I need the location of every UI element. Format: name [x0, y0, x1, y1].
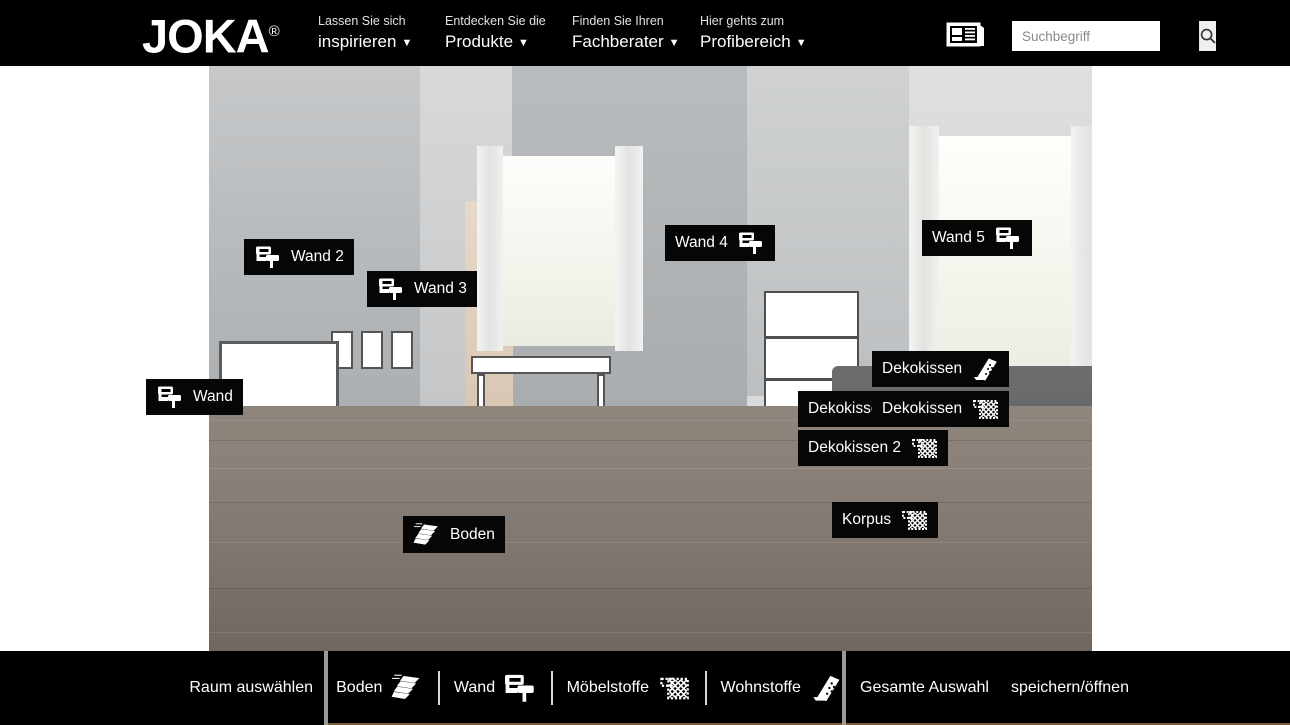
nav-item-3-top: Hier gehts zum — [700, 14, 785, 28]
search-box[interactable] — [1012, 21, 1216, 51]
nav-item-0-main: inspirieren ▼ — [318, 31, 412, 54]
toolbar-item-wohnstoffe[interactable]: Wohnstoffe — [707, 671, 857, 705]
nav-item-3-label: Profibereich — [700, 32, 791, 51]
hotspot-dekokissen-1[interactable]: Dekokissen — [872, 351, 1010, 387]
registered-mark: ® — [268, 23, 280, 40]
gesamte-auswahl-button[interactable]: Gesamte Auswahl — [860, 679, 989, 697]
hotspot-label: Dekokissen — [882, 360, 963, 377]
room-select-label[interactable]: Raum auswählen — [189, 679, 313, 697]
hotspot-label: Dekokissen — [882, 400, 963, 417]
paint-roller-icon — [994, 225, 1022, 251]
paint-roller-icon — [156, 384, 184, 410]
hotspot-boden[interactable]: Boden — [403, 516, 505, 553]
hotspot-wand-2[interactable]: Wand 2 — [244, 239, 354, 275]
hotspot-label: Wand 4 — [675, 234, 728, 251]
hotspot-label: Wand 3 — [414, 280, 467, 297]
fabric-swatch-icon — [910, 435, 938, 461]
paint-roller-icon — [503, 671, 537, 705]
toolbar-item-wand[interactable]: Wand — [440, 671, 551, 705]
toolbar-item-boden[interactable]: Boden — [314, 671, 438, 705]
fabric-swatch-icon — [971, 396, 999, 422]
paint-roller-icon — [254, 244, 282, 270]
hotspot-label: Wand — [193, 388, 233, 405]
hotspot-korpus[interactable]: Korpus — [832, 502, 939, 538]
nav-item-2-main: Fachberater ▼ — [572, 31, 680, 54]
hotspot-dekokisse[interactable]: Dekokisse — [798, 391, 884, 427]
chevron-down-icon: ▼ — [795, 36, 807, 49]
hotspot-label: Dekokisse — [808, 400, 880, 417]
floor-planks-icon — [413, 522, 441, 548]
newspaper-icon[interactable] — [946, 20, 986, 48]
hotspot-wand[interactable]: Wand — [146, 379, 243, 415]
toolbar-item-moebelstoffe[interactable]: Möbelstoffe — [553, 671, 705, 705]
actions-segment: Gesamte Auswahl speichern/öffnen — [846, 651, 1290, 725]
paint-roller-icon — [377, 276, 405, 302]
site-header: JOKA® Lassen Sie sich inspirieren ▼ Entde… — [0, 0, 1290, 66]
material-segment: Boden Wand Möbelstoffe Wohnstoffe — [328, 651, 843, 725]
fabric-swatch-icon — [657, 671, 691, 705]
hotspot-wand-5[interactable]: Wand 5 — [922, 220, 1032, 256]
nav-item-1-label: Produkte — [445, 32, 514, 51]
nav-item-inspirieren[interactable]: Lassen Sie sich inspirieren ▼ — [318, 14, 412, 54]
hotspot-dekokissen-2[interactable]: Dekokissen — [872, 391, 1010, 427]
nav-item-profibereich[interactable]: Hier gehts zum Profibereich ▼ — [700, 14, 807, 54]
toolbar-separator — [705, 671, 707, 705]
hotspot-label: Korpus — [842, 511, 892, 528]
chevron-down-icon: ▼ — [518, 36, 529, 49]
nav-item-1-top: Entdecken Sie die — [445, 14, 546, 28]
floor-planks-icon — [390, 671, 424, 705]
nav-item-3-main: Profibereich ▼ — [700, 31, 807, 54]
nav-item-0-label: inspirieren — [318, 32, 397, 51]
hotspot-dekokissen-3[interactable]: Dekokissen 2 — [798, 430, 949, 466]
speichern-oeffnen-button[interactable]: speichern/öffnen — [1011, 679, 1129, 697]
bottom-toolbar: Raum auswählen Boden Wand Möbelstoffe Wo… — [0, 651, 1290, 725]
nav-item-produkte[interactable]: Entdecken Sie die Produkte ▼ — [445, 14, 546, 54]
hotspot-label: Wand 5 — [932, 229, 985, 246]
nav-item-2-top: Finden Sie Ihren — [572, 14, 664, 28]
chevron-down-icon: ▼ — [668, 36, 680, 49]
toolbar-separator — [438, 671, 440, 705]
logo-text: JOKA — [142, 9, 270, 63]
search-input[interactable] — [1012, 21, 1199, 51]
toolbar-item-label: Boden — [336, 679, 383, 696]
paint-roller-icon — [737, 230, 765, 256]
rolled-fabric-icon — [809, 671, 843, 705]
hotspot-wand-3[interactable]: Wand 3 — [367, 271, 477, 307]
fabric-swatch-icon — [900, 507, 928, 533]
room-select-segment[interactable]: Raum auswählen — [0, 651, 325, 725]
toolbar-item-label: Wand — [453, 679, 496, 696]
rolled-fabric-icon — [971, 356, 999, 382]
hotspot-label: Wand 2 — [291, 248, 344, 265]
search-button[interactable] — [1199, 21, 1216, 51]
nav-item-1-main: Produkte ▼ — [445, 31, 546, 54]
search-icon — [1200, 28, 1216, 44]
hotspot-label: Dekokissen 2 — [808, 439, 902, 456]
configurator-stage: Wand 2 Wand 3 Wand Wand 4 Wand 5 Dekokis… — [0, 66, 1290, 651]
toolbar-separator — [551, 671, 553, 705]
toolbar-item-label: Möbelstoffe — [566, 679, 650, 696]
nav-item-0-top: Lassen Sie sich — [318, 14, 406, 28]
hotspot-wand-4[interactable]: Wand 4 — [665, 225, 775, 261]
joka-logo[interactable]: JOKA® — [142, 6, 280, 63]
nav-item-2-label: Fachberater — [572, 32, 664, 51]
nav-item-fachberater[interactable]: Finden Sie Ihren Fachberater ▼ — [572, 14, 680, 54]
chevron-down-icon: ▼ — [401, 36, 413, 49]
toolbar-item-label: Wohnstoffe — [720, 679, 801, 696]
hotspot-label: Boden — [450, 525, 495, 543]
